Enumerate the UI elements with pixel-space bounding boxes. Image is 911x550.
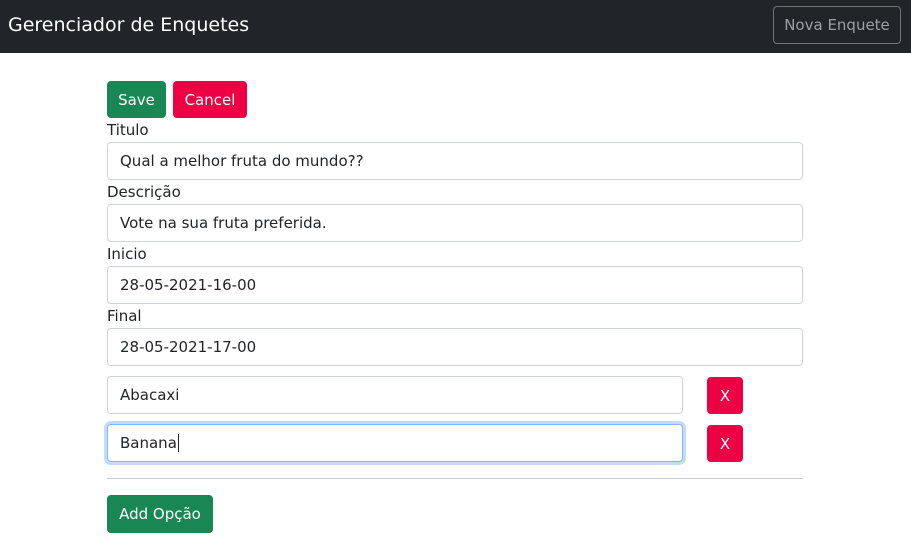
end-input-value: 28-05-2021-17-00 (120, 338, 257, 356)
start-label: Inicio (107, 245, 147, 263)
remove-option-button[interactable]: X (707, 377, 743, 414)
title-input[interactable]: Qual a melhor fruta do mundo?? (107, 142, 803, 180)
remove-option-button[interactable]: X (707, 425, 743, 462)
option-input-value: Abacaxi (120, 386, 180, 404)
start-input-value: 28-05-2021-16-00 (120, 276, 257, 294)
cancel-button[interactable]: Cancel (173, 81, 247, 118)
description-input[interactable]: Vote na sua fruta preferida. (107, 204, 803, 242)
app-title: Gerenciador de Enquetes (8, 14, 250, 36)
text-caret (177, 434, 179, 452)
title-label: Titulo (107, 121, 149, 139)
new-poll-button[interactable]: Nova Enquete (773, 6, 901, 44)
option-input[interactable]: Abacaxi (107, 376, 683, 414)
end-label: Final (107, 307, 142, 325)
top-navbar: Gerenciador de Enquetes Nova Enquete (0, 0, 911, 53)
title-input-value: Qual a melhor fruta do mundo?? (120, 152, 364, 170)
description-input-value: Vote na sua fruta preferida. (120, 214, 327, 232)
option-input[interactable]: Banana (107, 424, 683, 462)
end-input[interactable]: 28-05-2021-17-00 (107, 328, 803, 366)
save-button[interactable]: Save (107, 81, 166, 118)
start-input[interactable]: 28-05-2021-16-00 (107, 266, 803, 304)
add-option-button[interactable]: Add Opção (107, 495, 213, 533)
description-label: Descrição (107, 183, 181, 201)
option-input-value: Banana (120, 434, 177, 452)
divider (107, 478, 803, 479)
